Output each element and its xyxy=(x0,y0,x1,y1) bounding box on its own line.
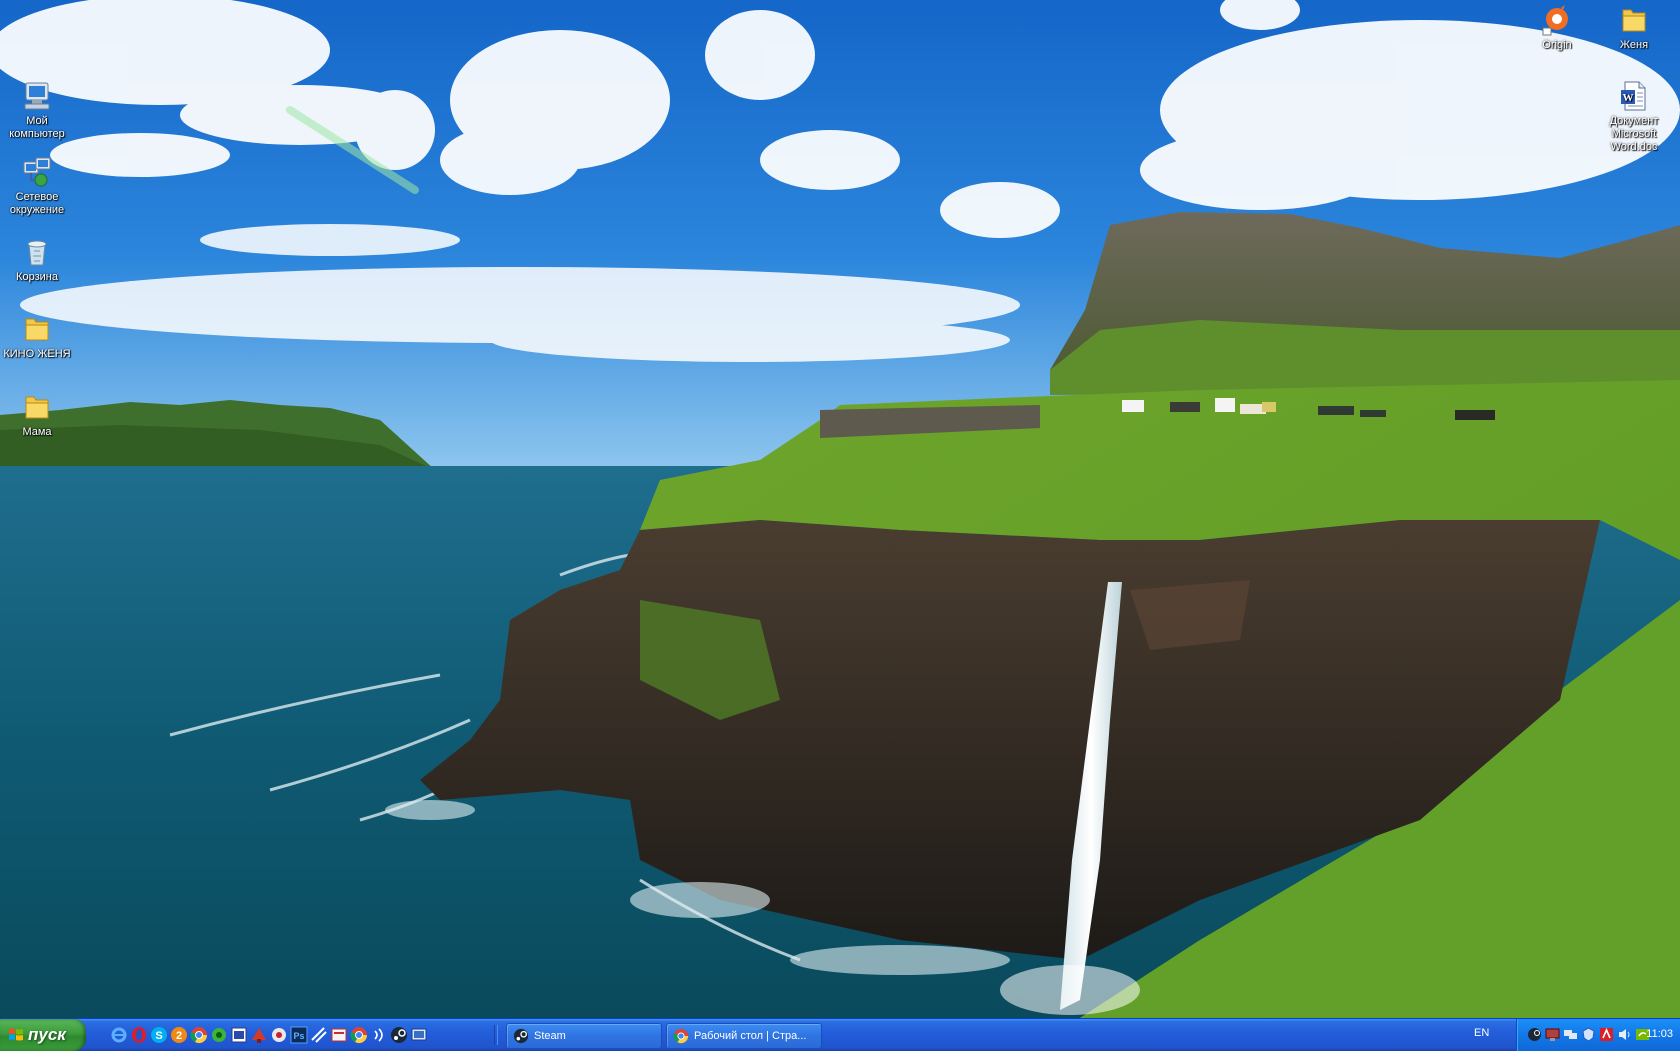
task-button-steam[interactable]: Steam xyxy=(506,1023,662,1049)
taskbar-separator xyxy=(494,1025,498,1045)
taskbar: пуск S 2 Ps Steam Рабочий стол | Стра...… xyxy=(0,1018,1680,1051)
desktop-icon-my-computer[interactable]: Мой компьютер xyxy=(0,80,77,141)
task-label: Рабочий стол | Стра... xyxy=(694,1030,807,1042)
antivirus-icon[interactable] xyxy=(250,1026,268,1044)
folder-icon xyxy=(25,396,49,419)
chrome-icon[interactable] xyxy=(350,1026,368,1044)
windows-logo-icon xyxy=(9,1028,23,1041)
desktop-icon-word-document[interactable]: W Документ Microsoft Word.doc xyxy=(1594,80,1674,154)
photoshop-icon[interactable]: Ps xyxy=(290,1026,308,1044)
system-tray: 11:03 xyxy=(1516,1019,1680,1051)
steam-icon xyxy=(513,1028,529,1044)
folder-icon xyxy=(1622,9,1646,32)
desktop-icon-recycle-bin[interactable]: Корзина xyxy=(0,236,77,284)
desktop-icon-label: Корзина xyxy=(16,271,58,283)
desktop-icon-network[interactable]: Сетевое окружение xyxy=(0,156,77,217)
start-label: пуск xyxy=(28,1025,66,1044)
svg-text:W: W xyxy=(1623,92,1634,104)
arrow-app-icon[interactable] xyxy=(310,1026,328,1044)
network-icon xyxy=(23,157,51,187)
word-document-icon: W xyxy=(1621,81,1646,111)
antivirus-tray-icon[interactable] xyxy=(1599,1027,1614,1042)
desktop-icon-origin[interactable]: Origin xyxy=(1517,4,1597,52)
show-desktop-icon[interactable] xyxy=(410,1026,428,1044)
svg-text:2: 2 xyxy=(176,1030,182,1042)
audio-app-icon[interactable] xyxy=(370,1026,388,1044)
steam-icon[interactable] xyxy=(390,1026,408,1044)
skype-icon[interactable]: S xyxy=(150,1026,168,1044)
chrome-icon[interactable] xyxy=(190,1026,208,1044)
start-button[interactable]: пуск xyxy=(0,1019,86,1051)
media-app-icon[interactable] xyxy=(270,1026,288,1044)
monitor-tray-icon[interactable] xyxy=(1545,1027,1560,1042)
desktop-icon-label: Origin xyxy=(1542,39,1572,51)
desktop-icon-label: КИНО ЖЕНЯ xyxy=(3,348,71,360)
odnoklassniki-icon[interactable]: 2 xyxy=(170,1026,188,1044)
desktop-icon-label: Мама xyxy=(22,426,52,438)
desktop-icon-folder-kino-zhenya[interactable]: КИНО ЖЕНЯ xyxy=(0,313,77,361)
network-tray-icon[interactable] xyxy=(1563,1027,1578,1042)
folder-icon xyxy=(25,318,49,341)
task-label: Steam xyxy=(534,1030,566,1042)
desktop-wallpaper xyxy=(0,0,1680,1018)
computer-icon xyxy=(24,82,50,110)
desktop-icon-folder-zhenya[interactable]: Женя xyxy=(1594,4,1674,52)
steam-tray-icon[interactable] xyxy=(1527,1027,1542,1042)
volume-tray-icon[interactable] xyxy=(1617,1027,1632,1042)
svg-text:Ps: Ps xyxy=(293,1031,304,1041)
desktop-icon-label: Мой компьютер xyxy=(9,115,65,140)
opera-icon[interactable] xyxy=(130,1026,148,1044)
recycle-bin-icon xyxy=(27,240,47,266)
chrome-icon xyxy=(673,1028,689,1044)
origin-icon xyxy=(1542,5,1568,36)
security-tray-icon[interactable] xyxy=(1581,1027,1596,1042)
desktop-icon-label: Сетевое окружение xyxy=(9,191,65,216)
language-indicator[interactable]: EN xyxy=(1474,1027,1489,1039)
desktop-icon-folder-mama[interactable]: Мама xyxy=(0,391,77,439)
calendar-app-icon[interactable] xyxy=(230,1026,248,1044)
svg-text:S: S xyxy=(155,1030,162,1042)
task-button-chrome[interactable]: Рабочий стол | Стра... xyxy=(666,1023,822,1049)
gear-app-icon[interactable] xyxy=(210,1026,228,1044)
document-app-icon[interactable] xyxy=(330,1026,348,1044)
internet-explorer-icon[interactable] xyxy=(110,1026,128,1044)
clock[interactable]: 11:03 xyxy=(1646,1028,1673,1040)
desktop-icon-label: Документ Microsoft Word.doc xyxy=(1609,115,1659,153)
desktop-icon-label: Женя xyxy=(1619,39,1649,51)
